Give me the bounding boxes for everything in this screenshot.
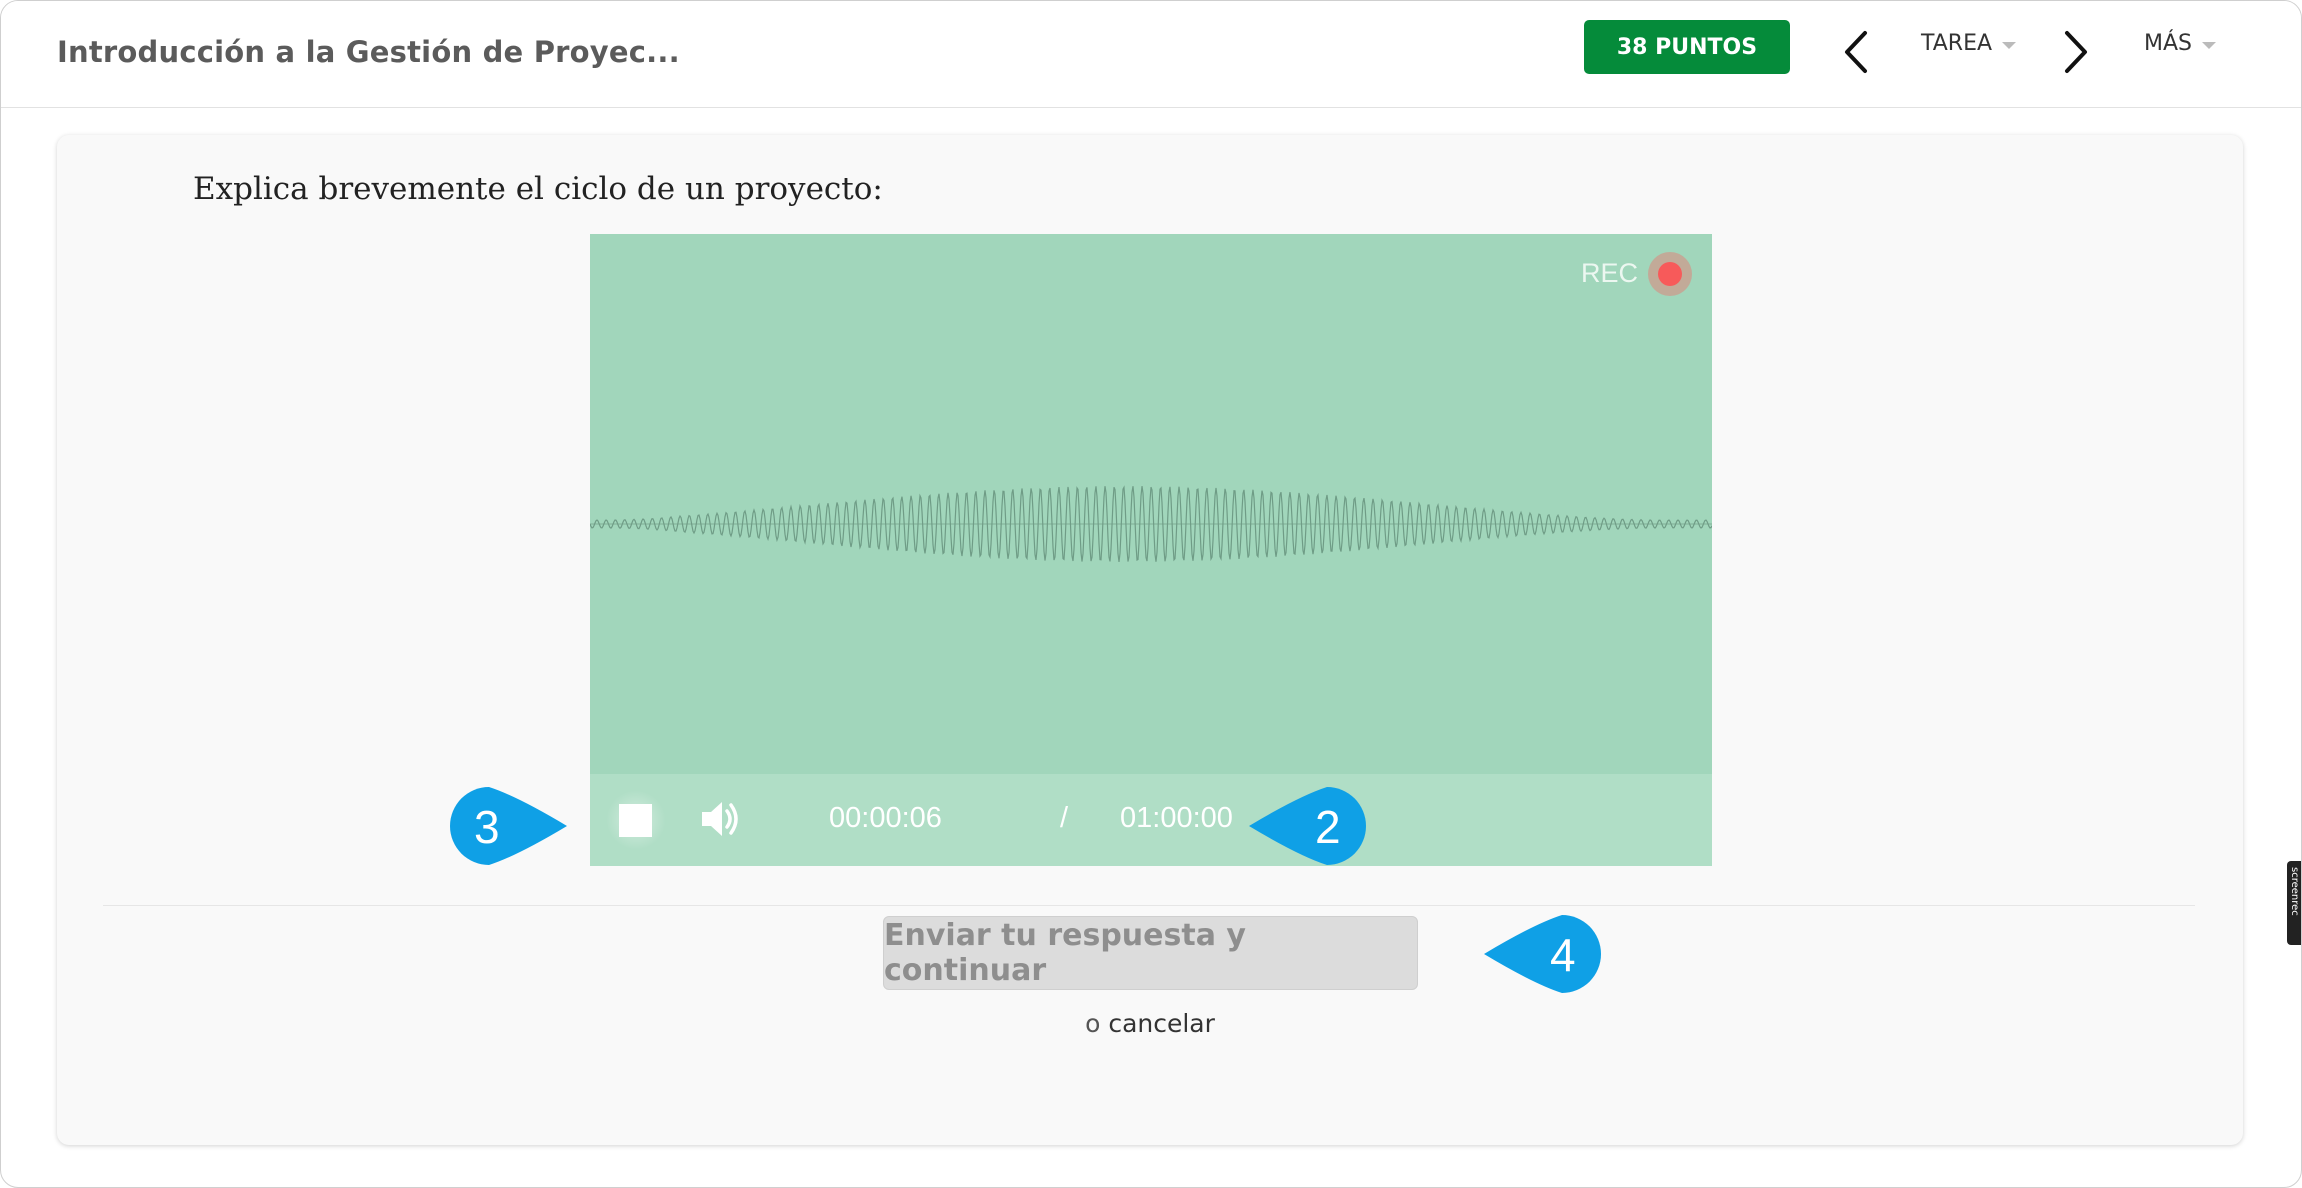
or-text: o [1085, 1009, 1101, 1038]
callout-marker-submit: 4 [1452, 912, 1604, 996]
stop-icon [619, 804, 652, 837]
cancel-row: o cancelar [57, 1009, 2243, 1038]
question-card: Explica brevemente el ciclo de un proyec… [57, 135, 2243, 1145]
mas-dropdown[interactable]: MÁS [2144, 31, 2216, 56]
callout-pointer-right-icon [450, 787, 567, 865]
callout-marker-time: 2 [1217, 784, 1369, 868]
time-separator: / [1060, 802, 1069, 834]
question-prompt: Explica brevemente el ciclo de un proyec… [193, 171, 883, 207]
mas-label: MÁS [2144, 31, 2192, 56]
callout-number: 2 [1315, 801, 1341, 853]
callout-pointer-left-icon [1484, 915, 1601, 993]
screenrec-tab[interactable]: screenrec [2287, 861, 2301, 945]
current-time: 00:00:06 [829, 802, 942, 834]
total-time: 01:00:00 [1120, 802, 1233, 834]
recording-indicator-icon [1648, 252, 1692, 296]
submit-answer-button[interactable]: Enviar tu respuesta y continuar [883, 916, 1418, 990]
audio-waveform [590, 485, 1712, 563]
points-badge: 38 PUNTOS [1584, 20, 1790, 74]
chevron-down-icon [2202, 41, 2216, 49]
chevron-right-icon[interactable] [2061, 29, 2091, 75]
tarea-dropdown[interactable]: TAREA [1921, 31, 2017, 56]
cancel-link[interactable]: cancelar [1108, 1009, 1215, 1038]
top-navigation-bar: Introducción a la Gestión de Proyec... 3… [1, 1, 2301, 108]
callout-number: 4 [1550, 929, 1576, 981]
app-window: Introducción a la Gestión de Proyec... 3… [0, 0, 2302, 1188]
stop-button[interactable] [606, 790, 666, 850]
chevron-left-icon[interactable] [1841, 29, 1871, 75]
callout-number: 3 [474, 801, 500, 853]
volume-icon[interactable] [698, 796, 744, 842]
divider [103, 905, 2195, 906]
rec-label: REC [1580, 258, 1638, 288]
callout-pointer-left-icon [1249, 787, 1366, 865]
tarea-label: TAREA [1921, 31, 1993, 56]
screenrec-label: screenrec [2289, 867, 2300, 916]
audio-recorder: REC 00:00:06 / 01:00:00 [590, 234, 1712, 866]
recorder-controls: 00:00:06 / 01:00:00 [590, 774, 1712, 866]
chevron-down-icon [2002, 41, 2017, 49]
callout-marker-stop: 3 [447, 784, 599, 868]
course-title[interactable]: Introducción a la Gestión de Proyec... [57, 35, 680, 69]
